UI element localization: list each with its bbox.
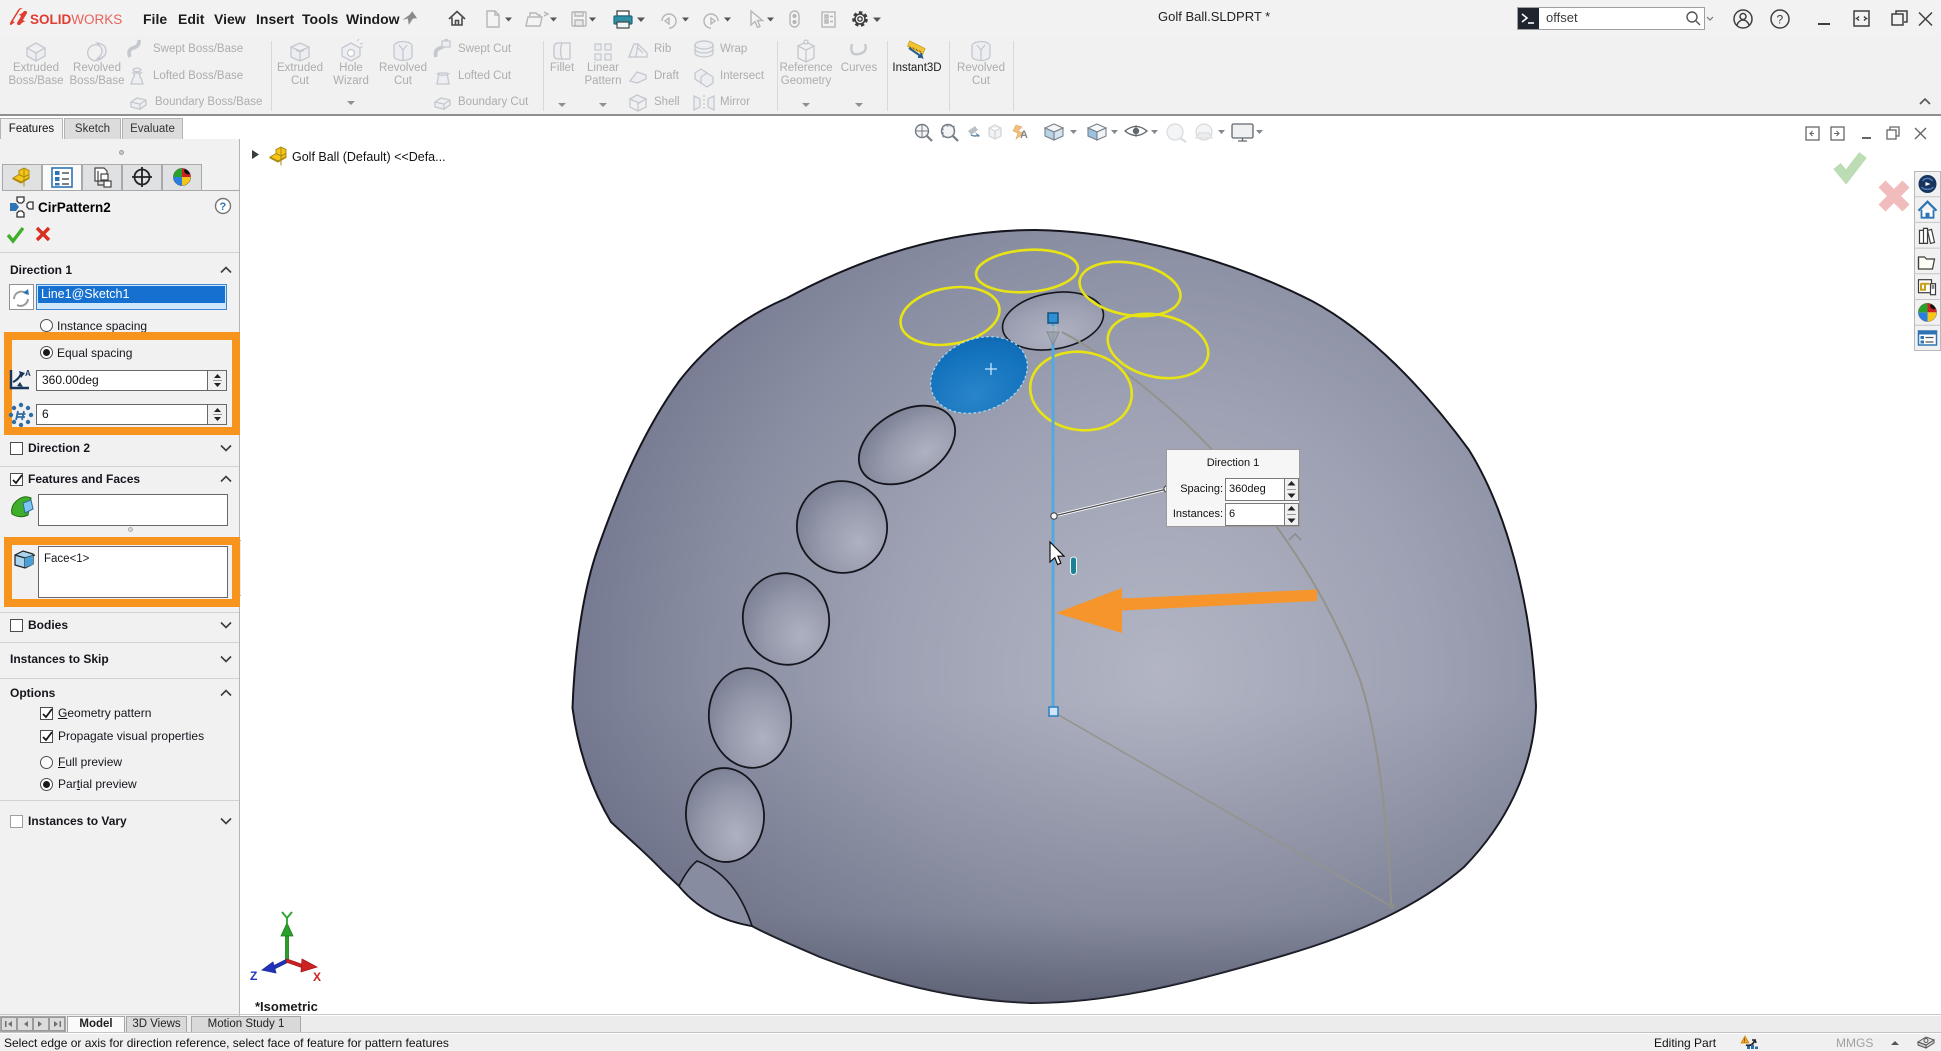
svg-text:A: A bbox=[25, 369, 31, 378]
svg-text:*Isometric: *Isometric bbox=[255, 999, 318, 1013]
svg-text:SOLIDWORKS: SOLIDWORKS bbox=[30, 12, 122, 27]
svg-text:?: ? bbox=[1777, 13, 1784, 27]
svg-text:!: ! bbox=[1743, 1039, 1745, 1045]
svg-text:Z: Z bbox=[250, 969, 257, 983]
svg-text:?: ? bbox=[220, 201, 227, 213]
svg-text:Golf Ball (Default) <<Defa...: Golf Ball (Default) <<Defa... bbox=[292, 150, 446, 164]
svg-text:A: A bbox=[1020, 129, 1028, 141]
svg-text:X: X bbox=[313, 970, 321, 984]
